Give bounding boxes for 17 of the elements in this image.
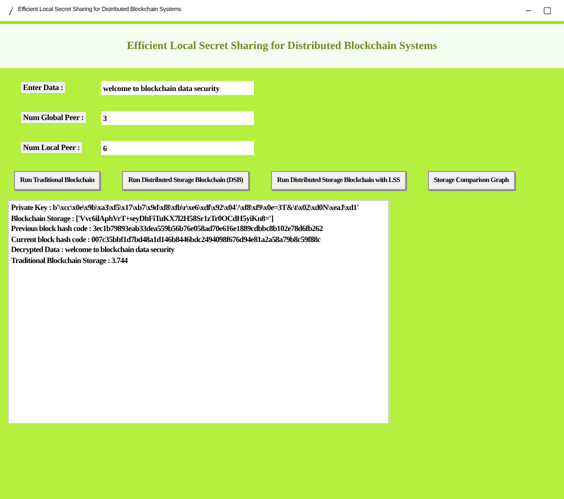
output-line: Blockchain Storage : ['Vvc6ilAphVrT+seyDhFiTuKX7l2H58Sr1zTr0OCdH5yiKn8='] xyxy=(11,214,274,224)
output-line: Decrypted Data : welcome to blockchain data security xyxy=(11,245,176,256)
output-line: Private Key : b'\xcc\x0e\x9b\xa3\xf5\x17\xb7\x9d\xf8\xfb\r\xe6\xdf\x92\x04'/\xf8\xf9\x0e=3T&\t\x02\xd0N\xeaJ\xd1' xyxy=(11,203,360,214)
minimize-button[interactable]: – xyxy=(526,6,531,15)
output-line: Current block hash code : 007c35bbf1d7bd48a1d146b8446bdc2494098f676d94e81a2a58a79b8c59f88c xyxy=(11,234,322,245)
feather-icon xyxy=(8,6,14,16)
maximize-button[interactable]: ▢ xyxy=(543,6,552,15)
input-field[interactable]: welcome to blockchain data security xyxy=(101,81,254,95)
page-heading: Efficient Local Secret Sharing for Distributed Blockchain Systems xyxy=(126,38,438,54)
output-line: Previous block hash code : 3ec1b79893eab33dea559b56b76e058ad70e616e1889cdbbc8b102e78d6fb262 xyxy=(11,224,324,234)
output-text-area[interactable] xyxy=(8,200,389,424)
output-line: Traditional Blockchain Storage : 3.744 xyxy=(11,256,129,266)
field-label: Num Local Peer : xyxy=(21,142,83,154)
field-label: Num Global Peer : xyxy=(21,112,87,124)
input-field[interactable]: 3 xyxy=(101,111,254,125)
input-field[interactable]: 6 xyxy=(101,141,254,155)
field-label: Enter Data : xyxy=(21,82,66,94)
